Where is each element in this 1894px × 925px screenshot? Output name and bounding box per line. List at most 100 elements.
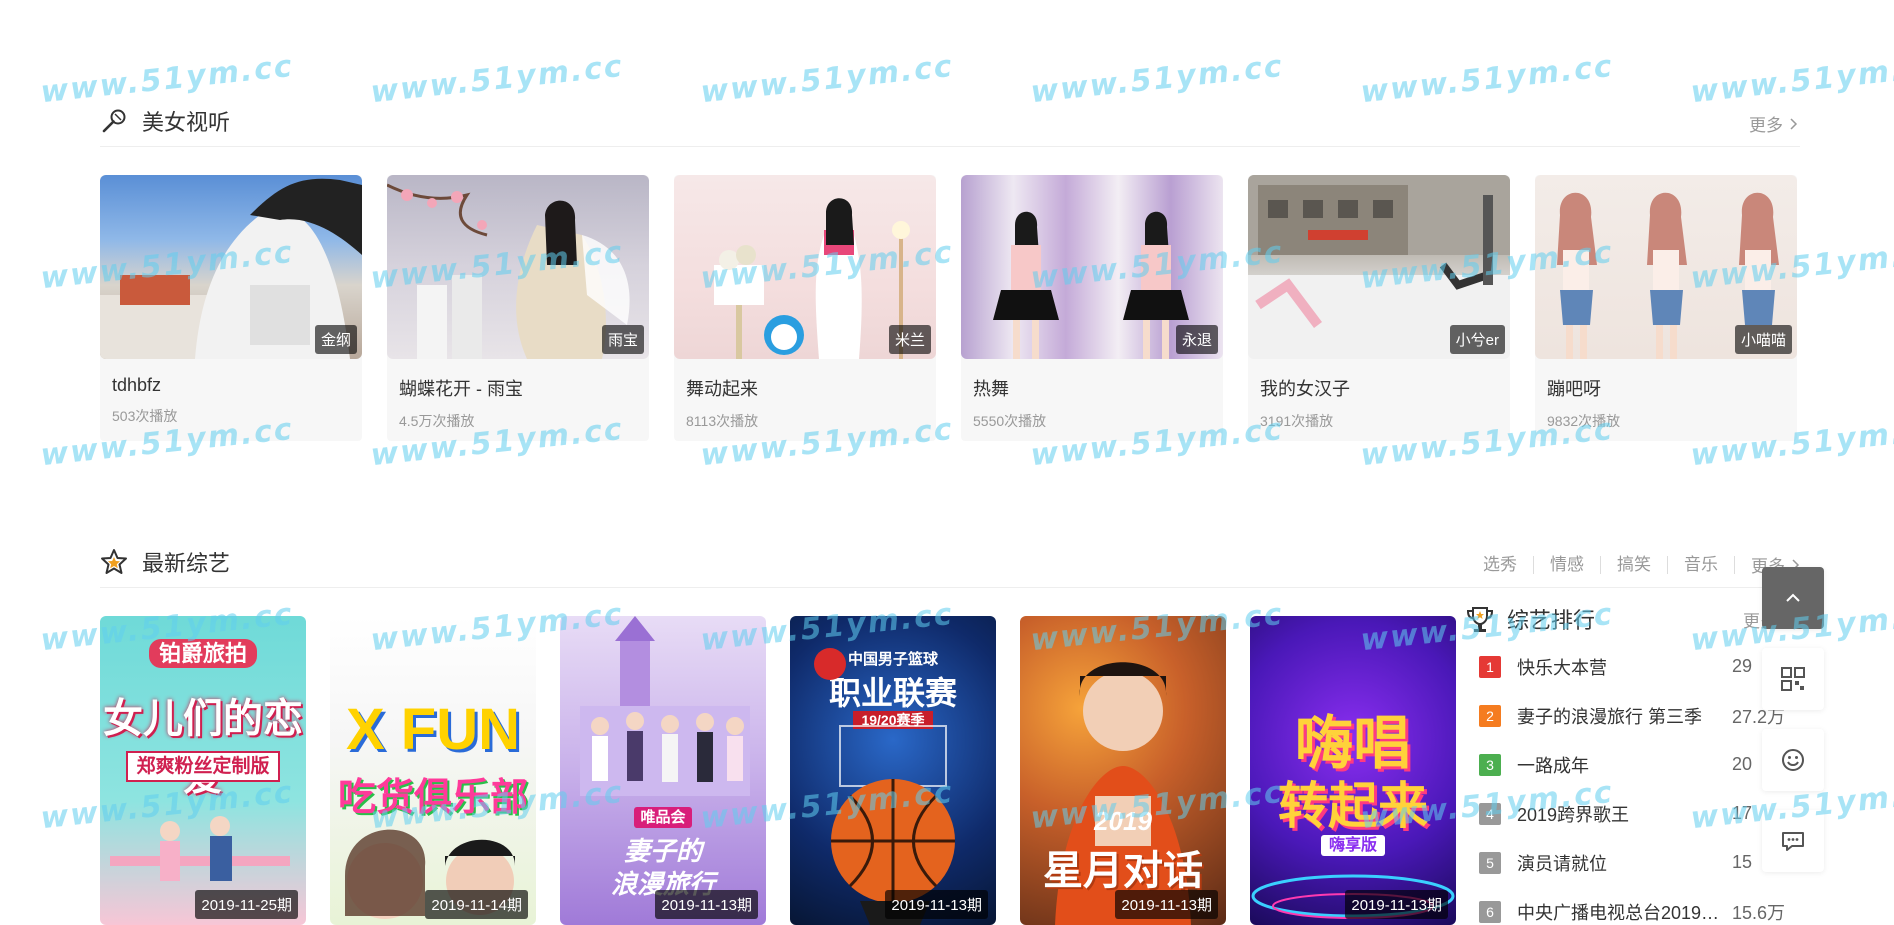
rank-play-count: 29	[1732, 656, 1753, 676]
video-card[interactable]: 雨宝 蝴蝶花开 - 雨宝 4.5万次播放	[387, 175, 649, 441]
variety-ranking-panel: 综艺排行 更多 1 快乐大本营 29 2 妻子的浪漫旅行 第三季 27.2万 3…	[1465, 596, 1795, 925]
ranking-title: 综艺排行	[1507, 608, 1596, 633]
feedback-button[interactable]	[1762, 729, 1824, 791]
tab-music[interactable]: 音乐	[1668, 555, 1735, 574]
microphone-icon	[102, 109, 126, 133]
tab-comedy[interactable]: 搞笑	[1601, 555, 1668, 574]
back-to-top-button[interactable]	[1762, 567, 1824, 629]
smile-icon	[1782, 749, 1804, 771]
video-thumbnail[interactable]: 永退	[961, 175, 1223, 359]
video-play-count: 503次播放	[112, 408, 178, 424]
video-thumbnail[interactable]: 米兰	[674, 175, 936, 359]
chevron-right-icon	[1790, 117, 1798, 130]
rank-show-name[interactable]: 中央广播电视总台2019主...	[1517, 899, 1732, 925]
rank-show-name[interactable]: 妻子的浪漫旅行 第三季	[1517, 703, 1732, 729]
section-beauty-title: 美女视听	[100, 105, 230, 137]
variety-poster[interactable]: 中国男子篮球 职业联赛 19/20赛季 2019-11-13期	[790, 616, 996, 925]
rank-show-name[interactable]: 快乐大本营	[1517, 654, 1732, 680]
rank-number: 6	[1479, 900, 1501, 923]
video-title[interactable]: 热舞	[961, 359, 1223, 401]
video-play-count: 5550次播放	[973, 413, 1047, 429]
episode-badge: 2019-11-13期	[1115, 890, 1218, 919]
video-card[interactable]: 金纲 tdhbfz 503次播放	[100, 175, 362, 441]
video-play-count: 9832次播放	[1547, 413, 1621, 429]
section-beauty-title-text: 美女视听	[142, 110, 231, 135]
tab-talent-show[interactable]: 选秀	[1467, 555, 1534, 574]
qrcode-icon	[1781, 667, 1805, 691]
variety-poster[interactable]: 嗨唱 转起来 嗨享版 2019-11-13期	[1250, 616, 1456, 925]
rank-number: 3	[1479, 753, 1501, 776]
video-play-count: 4.5万次播放	[399, 413, 475, 429]
episode-badge: 2019-11-25期	[195, 890, 298, 919]
video-card[interactable]: 小兮er 我的女汉子 3191次播放	[1248, 175, 1510, 441]
video-card[interactable]: 小喵喵 蹦吧呀 9832次播放	[1535, 175, 1797, 441]
arrow-up-icon	[1786, 593, 1800, 602]
rank-play-count: 20	[1732, 754, 1753, 774]
ranking-item[interactable]: 6 中央广播电视总台2019主... 15.6万	[1465, 887, 1795, 925]
floating-toolbar	[1762, 567, 1824, 891]
star-icon	[101, 549, 127, 574]
video-thumbnail[interactable]: 小兮er	[1248, 175, 1510, 359]
ranking-item[interactable]: 3 一路成年 20	[1465, 740, 1795, 789]
more-label: 更多	[1749, 116, 1783, 135]
rank-number: 2	[1479, 704, 1501, 727]
uploader-badge: 米兰	[888, 325, 931, 354]
rank-play-count: 15	[1732, 852, 1753, 872]
episode-badge: 2019-11-14期	[425, 890, 528, 919]
ranking-item[interactable]: 2 妻子的浪漫旅行 第三季 27.2万	[1465, 691, 1795, 740]
episode-badge: 2019-11-13期	[885, 890, 988, 919]
section-beauty-more-link[interactable]: 更多	[1749, 111, 1798, 136]
video-card[interactable]: 米兰 舞动起来 8113次播放	[674, 175, 936, 441]
ranking-item[interactable]: 4 2019跨界歌王 17	[1465, 789, 1795, 838]
video-title[interactable]: tdhbfz	[100, 359, 362, 396]
poster-text: 妻子的	[623, 836, 702, 866]
video-card[interactable]: 永退 热舞 5550次播放	[961, 175, 1223, 441]
trophy-icon	[1466, 607, 1494, 632]
poster-text: 2019	[1094, 806, 1152, 836]
uploader-badge: 永退	[1175, 325, 1218, 354]
uploader-badge: 小喵喵	[1734, 325, 1792, 354]
beauty-video-list: 金纲 tdhbfz 503次播放 雨宝 蝴蝶花开 - 雨宝 4.5万次播放 米兰…	[100, 175, 1800, 441]
comment-button[interactable]	[1762, 810, 1824, 872]
rank-number: 5	[1479, 851, 1501, 874]
rank-show-name[interactable]: 一路成年	[1517, 752, 1732, 778]
video-play-count: 3191次播放	[1260, 413, 1334, 429]
tab-emotion[interactable]: 情感	[1534, 555, 1601, 574]
qrcode-button[interactable]	[1762, 648, 1824, 710]
comment-icon	[1782, 832, 1804, 851]
video-thumbnail[interactable]: 金纲	[100, 175, 362, 359]
rank-show-name[interactable]: 2019跨界歌王	[1517, 801, 1732, 827]
rank-play-count: 15.6万	[1732, 902, 1786, 923]
rank-number: 4	[1479, 802, 1501, 825]
video-title[interactable]: 蹦吧呀	[1535, 359, 1797, 401]
video-thumbnail[interactable]: 雨宝	[387, 175, 649, 359]
ranking-header: 综艺排行 更多	[1465, 596, 1795, 642]
variety-poster-list: 铂爵旅拍 女儿们的恋爱 郑爽粉丝定制版 2019-11-25期 X FUN 吃货…	[100, 616, 1456, 925]
ranking-item[interactable]: 5 演员请就位 15	[1465, 838, 1795, 887]
uploader-badge: 小兮er	[1449, 325, 1505, 354]
video-title[interactable]: 舞动起来	[674, 359, 936, 401]
variety-poster[interactable]: 唯品会 妻子的 浪漫旅行 2019-11-13期	[560, 616, 766, 925]
rank-play-count: 17	[1732, 803, 1753, 823]
video-title[interactable]: 我的女汉子	[1248, 359, 1510, 401]
video-title[interactable]: 蝴蝶花开 - 雨宝	[387, 359, 649, 401]
section-variety-title-text: 最新综艺	[142, 551, 231, 576]
section-variety-header: 最新综艺 选秀 情感 搞笑 音乐 更多	[100, 538, 1800, 588]
poster-text: 唯品会	[634, 807, 692, 828]
uploader-badge: 金纲	[314, 325, 357, 354]
variety-poster[interactable]: 2019 星月对话 2019-11-13期	[1020, 616, 1226, 925]
variety-category-tabs: 选秀 情感 搞笑 音乐 更多	[1467, 552, 1800, 577]
variety-poster[interactable]: X FUN 吃货俱乐部 2019-11-14期	[330, 616, 536, 925]
variety-poster[interactable]: 铂爵旅拍 女儿们的恋爱 郑爽粉丝定制版 2019-11-25期	[100, 616, 306, 925]
video-thumbnail[interactable]: 小喵喵	[1535, 175, 1797, 359]
uploader-badge: 雨宝	[601, 325, 644, 354]
episode-badge: 2019-11-13期	[655, 890, 758, 919]
rank-number: 1	[1479, 655, 1501, 678]
video-play-count: 8113次播放	[686, 413, 759, 429]
rank-show-name[interactable]: 演员请就位	[1517, 850, 1732, 876]
episode-badge: 2019-11-13期	[1345, 890, 1448, 919]
poster-text: 星月对话	[1043, 849, 1203, 893]
section-variety-title: 最新综艺	[100, 546, 230, 578]
section-beauty-header: 美女视听 更多	[100, 97, 1800, 147]
ranking-item[interactable]: 1 快乐大本营 29	[1465, 642, 1795, 691]
